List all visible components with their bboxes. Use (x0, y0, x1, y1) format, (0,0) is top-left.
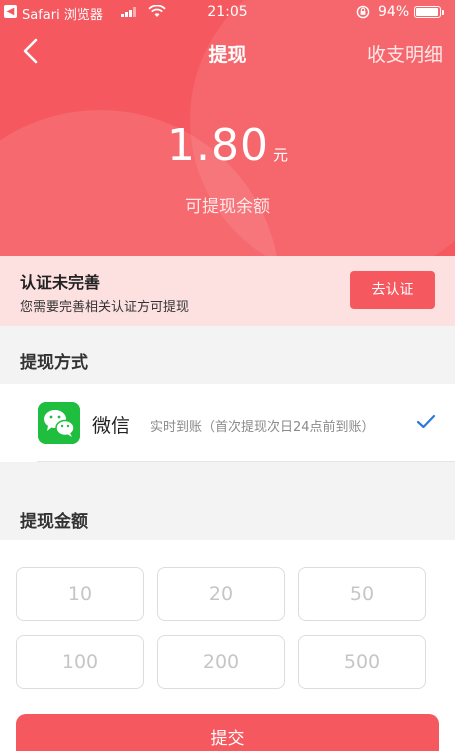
notice-title: 认证未完善 (20, 273, 101, 292)
balance-header: ◀ Safari 浏览器 21:05 94% 提现 收支明细 1.80 元 可提现… (0, 0, 455, 256)
submit-button[interactable]: 提交 (16, 714, 439, 751)
amount-option[interactable]: 200 (157, 635, 285, 689)
balance-amount: 1.80 (167, 120, 269, 171)
battery-level (416, 8, 438, 16)
method-description: 实时到账（首次提现次日24点前到账） (150, 420, 375, 435)
balance-label: 可提现余额 (185, 197, 270, 217)
balance-display: 1.80 元 (0, 120, 455, 171)
verification-notice: 认证未完善 您需要完善相关认证方可提现 去认证 (0, 256, 455, 326)
check-icon (416, 414, 436, 429)
amount-option[interactable]: 500 (298, 635, 426, 689)
wechat-method-row[interactable]: 微信 实时到账（首次提现次日24点前到账） (0, 384, 455, 462)
battery-icon (414, 6, 441, 18)
notice-description: 您需要完善相关认证方可提现 (20, 300, 190, 315)
status-bar: ◀ Safari 浏览器 21:05 94% (0, 0, 455, 24)
withdraw-method-heading: 提现方式 (20, 353, 88, 373)
amount-option[interactable]: 20 (157, 567, 285, 621)
rotation-lock-icon (356, 5, 370, 19)
method-name: 微信 (92, 415, 131, 437)
verify-button[interactable]: 去认证 (350, 271, 435, 309)
divider (37, 461, 455, 462)
amount-option[interactable]: 50 (298, 567, 426, 621)
amount-option[interactable]: 100 (16, 635, 144, 689)
withdraw-amount-heading: 提现金额 (20, 512, 88, 532)
transaction-history-link[interactable]: 收支明细 (367, 40, 443, 67)
battery-nub (442, 10, 444, 15)
balance-unit: 元 (272, 146, 288, 164)
amount-option[interactable]: 10 (16, 567, 144, 621)
battery-percent: 94% (378, 4, 410, 20)
wechat-icon (38, 402, 80, 444)
